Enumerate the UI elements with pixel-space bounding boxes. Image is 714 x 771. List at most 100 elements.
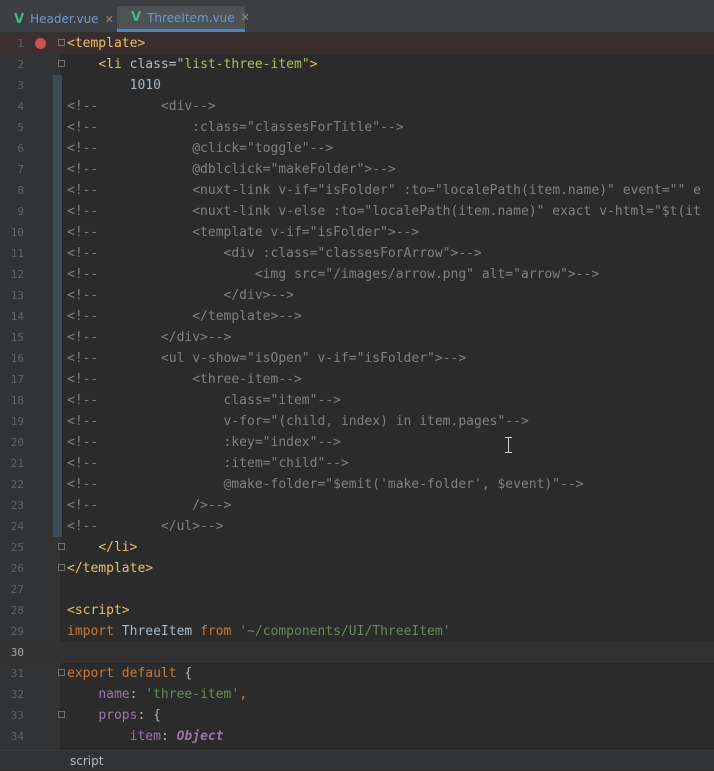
code-token: </template> [67,561,154,576]
code-token: , [239,687,248,702]
code-text[interactable]: <!-- @click="toggle"--> [67,138,333,159]
code-text[interactable]: <!-- @dblclick="makeFolder">--> [67,159,396,180]
code-text[interactable]: <!-- <img src="/images/arrow.png" alt="a… [67,264,599,285]
tab-threeitem-vue[interactable]: V ThreeItem.vue ✕ [117,6,250,32]
code-line[interactable]: 27 [0,579,714,600]
code-text[interactable]: <!-- :item="child"--> [67,453,349,474]
code-line[interactable]: 7 <!-- @dblclick="makeFolder">--> [0,159,714,180]
vue-icon: V [131,10,142,25]
code-text[interactable]: <!-- <div :class="classesForArrow">--> [67,243,482,264]
code-line[interactable]: 1 <template> [0,33,714,54]
code-token: <!-- :class="classesForTitle"--> [67,120,404,135]
code-line[interactable]: 14 <!-- </template>--> [0,306,714,327]
code-line[interactable]: 26 </template> [0,558,714,579]
code-token: <template> [67,36,146,51]
code-text[interactable]: <!-- class="item"--> [67,390,341,411]
tab-header-vue[interactable]: V Header.vue ✕ [0,6,117,32]
code-line[interactable]: 24 <!-- </ul>--> [0,516,714,537]
fold-icon[interactable] [58,669,65,676]
code-line[interactable]: 23 <!-- />--> [0,495,714,516]
code-text[interactable]: import ThreeItem from '~/components/UI/T… [67,621,451,642]
code-token: <!-- </div>--> [67,330,232,345]
code-token: 'three-item' [145,687,240,702]
fold-icon[interactable] [58,564,65,571]
breadcrumb[interactable]: script [70,751,103,771]
code-text[interactable]: <!-- </ul>--> [67,516,224,537]
code-text[interactable]: <!-- />--> [67,495,231,516]
code-line[interactable]: 8 <!-- <nuxt-link v-if="isFolder" :to="lo… [0,180,714,201]
code-text[interactable]: <!-- :class="classesForTitle"--> [67,117,404,138]
close-icon[interactable]: ✕ [241,11,250,24]
code-text[interactable]: <!-- <nuxt-link v-else :to="localePath(i… [67,201,701,222]
code-line[interactable]: 4 <!-- <div--> [0,96,714,117]
code-token: item [129,729,161,744]
code-line[interactable]: 20 <!-- :key="index"--> [0,432,714,453]
line-number: 3 [17,79,24,92]
fold-icon[interactable] [58,60,65,67]
fold-icon[interactable] [58,543,65,550]
code-text[interactable]: <script> [67,600,130,621]
breakpoint-icon[interactable] [35,38,46,49]
code-line[interactable]: 19 <!-- v-for="(child, index) in item.pag… [0,411,714,432]
code-text[interactable]: <!-- </div>--> [67,285,294,306]
code-line[interactable]: 16 <!-- <ul v-show="isOpen" v-if="isFolde… [0,348,714,369]
code-text[interactable]: item: Object [67,726,224,747]
fold-icon[interactable] [58,39,65,46]
code-token: props [98,708,138,723]
code-text[interactable]: <!-- <nuxt-link v-if="isFolder" :to="loc… [67,180,701,201]
code-line[interactable]: 31 export default { [0,663,714,684]
line-number: 24 [10,520,24,533]
code-line[interactable]: 11 <!-- <div :class="classesForArrow">--> [0,243,714,264]
code-line[interactable]: 21 <!-- :item="child"--> [0,453,714,474]
code-text[interactable]: <!-- <three-item--> [67,369,302,390]
code-text[interactable]: <li class="list-three-item"> [67,54,317,75]
code-text[interactable]: <!-- <ul v-show="isOpen" v-if="isFolder"… [67,348,466,369]
code-token: <!-- />--> [67,498,232,513]
code-text[interactable]: <!-- </template>--> [67,306,302,327]
close-icon[interactable]: ✕ [105,13,114,26]
code-line[interactable]: 9 <!-- <nuxt-link v-else :to="localePath(… [0,201,714,222]
code-line[interactable]: 2 <li class="list-three-item"> [0,54,714,75]
code-text[interactable]: </li> [67,537,137,558]
code-line[interactable]: 34 item: Object [0,726,714,747]
code-line[interactable]: 5 <!-- :class="classesForTitle"--> [0,117,714,138]
code-token: <!-- class="item"--> [67,393,341,408]
code-line[interactable]: 22 <!-- @make-folder="$emit('make-folder'… [0,474,714,495]
code-line[interactable]: 25 </li> [0,537,714,558]
code-line[interactable]: 28 <script> [0,600,714,621]
code-line[interactable]: 6 <!-- @click="toggle"--> [0,138,714,159]
code-text[interactable]: name: 'three-item', [67,684,247,705]
code-text[interactable]: 1010 [67,75,161,96]
code-text[interactable]: <!-- @make-folder="$emit('make-folder', … [67,474,584,495]
code-text[interactable]: <!-- :key="index"--> [67,432,341,453]
code-line[interactable]: 30 [0,642,714,663]
code-line[interactable]: 10 <!-- <template v-if="isFolder">--> [0,222,714,243]
code-line[interactable]: 18 <!-- class="item"--> [0,390,714,411]
line-number: 28 [10,604,24,617]
line-number: 8 [17,184,24,197]
code-text[interactable]: <template> [67,33,145,54]
code-editor[interactable]: 1 <template> 2 <li class="list-three-item"… [0,33,714,750]
code-text[interactable]: <!-- <div--> [67,96,216,117]
code-text[interactable]: <!-- <template v-if="isFolder">--> [67,222,419,243]
code-line[interactable]: 3 1010 [0,75,714,96]
code-line[interactable]: 13 <!-- </div>--> [0,285,714,306]
code-text[interactable]: <!-- v-for="(child, index) in item.pages… [67,411,529,432]
line-number: 11 [10,247,24,260]
code-text[interactable]: export default { [67,663,192,684]
code-line[interactable]: 17 <!-- <three-item--> [0,369,714,390]
code-token: <li [98,57,130,72]
fold-icon[interactable] [58,711,65,718]
code-text[interactable]: props: { [67,705,161,726]
code-line[interactable]: 32 name: 'three-item', [0,684,714,705]
code-text[interactable]: <!-- </div>--> [67,327,231,348]
code-line[interactable]: 29 import ThreeItem from '~/components/UI… [0,621,714,642]
code-text[interactable]: </template> [67,558,153,579]
code-line[interactable]: 15 <!-- </div>--> [0,327,714,348]
code-line[interactable]: 12 <!-- <img src="/images/arrow.png" alt=… [0,264,714,285]
code-token: name [98,687,130,702]
code-token: <!-- :key="index"--> [67,435,341,450]
code-token: <!-- </template>--> [67,309,302,324]
code-line[interactable]: 33 props: { [0,705,714,726]
